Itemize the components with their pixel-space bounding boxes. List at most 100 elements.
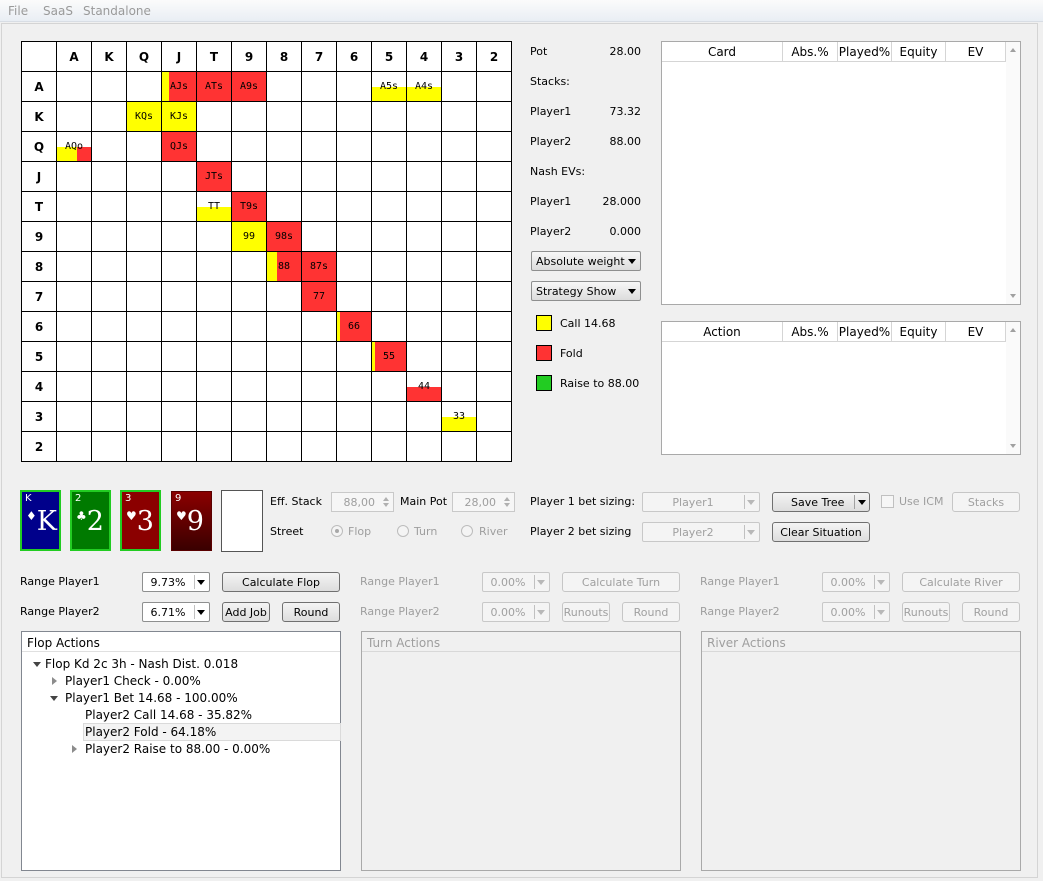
radio-turn[interactable]: [397, 525, 409, 537]
clear-situation-button[interactable]: Clear Situation: [772, 522, 870, 542]
hand-cell[interactable]: [196, 371, 232, 402]
expand-icon[interactable]: [52, 677, 57, 685]
hand-cell[interactable]: [336, 101, 372, 132]
hand-cell[interactable]: [56, 221, 92, 252]
hand-cell[interactable]: [161, 341, 197, 372]
hand-cell[interactable]: [441, 251, 477, 282]
add-job-button[interactable]: Add Job: [222, 602, 270, 622]
turn-runouts-button[interactable]: Runouts: [562, 602, 610, 622]
river-round-button[interactable]: Round: [962, 602, 1020, 622]
hand-cell[interactable]: [441, 101, 477, 132]
action-table[interactable]: Action Abs.% Played% Equity EV: [661, 321, 1021, 455]
hand-cell[interactable]: [266, 311, 302, 342]
col-header[interactable]: Card: [662, 42, 783, 62]
hand-cell[interactable]: [371, 431, 407, 462]
hand-cell[interactable]: [91, 221, 127, 252]
p1-bet-sizing-select[interactable]: Player1: [642, 492, 760, 512]
board-card-4[interactable]: 9 ♥9: [171, 491, 212, 551]
hand-cell[interactable]: [406, 281, 442, 312]
hand-cell[interactable]: [56, 191, 92, 222]
hand-cell[interactable]: [161, 401, 197, 432]
hand-cell[interactable]: [301, 221, 337, 252]
hand-cell[interactable]: [476, 431, 512, 462]
hand-cell[interactable]: [441, 161, 477, 192]
hand-cell[interactable]: [56, 311, 92, 342]
hand-cell[interactable]: 33: [441, 401, 477, 432]
hand-cell[interactable]: [56, 341, 92, 372]
hand-cell[interactable]: [126, 431, 162, 462]
expand-icon[interactable]: [72, 745, 77, 753]
hand-cell[interactable]: [371, 161, 407, 192]
card-table-scrollbar[interactable]: [1006, 42, 1020, 304]
hand-cell[interactable]: 88: [266, 251, 302, 282]
radio-river[interactable]: [461, 525, 473, 537]
hand-cell[interactable]: [91, 401, 127, 432]
hand-cell[interactable]: [301, 131, 337, 162]
hand-cell[interactable]: [301, 191, 337, 222]
scroll-down-icon[interactable]: [1010, 294, 1016, 298]
hand-cell[interactable]: [161, 371, 197, 402]
hand-cell[interactable]: [371, 221, 407, 252]
hand-cell[interactable]: [301, 161, 337, 192]
hand-cell[interactable]: A9s: [231, 71, 267, 102]
hand-cell[interactable]: [441, 311, 477, 342]
hand-cell[interactable]: [336, 161, 372, 192]
hand-cell[interactable]: [126, 221, 162, 252]
hand-cell[interactable]: [301, 71, 337, 102]
hand-cell[interactable]: [231, 341, 267, 372]
collapse-icon[interactable]: [33, 662, 41, 667]
p2-bet-sizing-select[interactable]: Player2: [642, 522, 760, 542]
hand-cell[interactable]: [441, 371, 477, 402]
hand-cell[interactable]: [161, 431, 197, 462]
radio-flop[interactable]: [331, 525, 343, 537]
hand-cell[interactable]: [126, 281, 162, 312]
hand-cell[interactable]: [266, 131, 302, 162]
tree-node-flop-root[interactable]: Flop Kd 2c 3h - Nash Dist. 0.018: [45, 657, 238, 671]
hand-cell[interactable]: [196, 341, 232, 372]
hand-cell[interactable]: [91, 71, 127, 102]
col-header[interactable]: Played%: [838, 322, 892, 342]
col-header[interactable]: Action: [662, 322, 783, 342]
hand-cell[interactable]: [161, 191, 197, 222]
hand-cell[interactable]: [266, 401, 302, 432]
hand-cell[interactable]: [301, 401, 337, 432]
hand-cell[interactable]: [126, 311, 162, 342]
col-header[interactable]: Abs.%: [783, 322, 838, 342]
hand-cell[interactable]: [406, 311, 442, 342]
hand-cell[interactable]: [476, 71, 512, 102]
hand-cell[interactable]: [126, 371, 162, 402]
hand-cell[interactable]: [336, 281, 372, 312]
hand-cell[interactable]: [406, 221, 442, 252]
hand-cell[interactable]: [196, 251, 232, 282]
col-header[interactable]: Equity: [892, 322, 946, 342]
hand-cell[interactable]: [231, 281, 267, 312]
hand-cell[interactable]: [91, 101, 127, 132]
hand-cell[interactable]: [371, 101, 407, 132]
scroll-up-icon[interactable]: [1010, 48, 1016, 52]
hand-cell[interactable]: JTs: [196, 161, 232, 192]
hand-cell[interactable]: [196, 281, 232, 312]
hand-cell[interactable]: [476, 341, 512, 372]
hand-cell[interactable]: [91, 131, 127, 162]
hand-cell[interactable]: [336, 401, 372, 432]
hand-cell[interactable]: [371, 311, 407, 342]
hand-cell[interactable]: [336, 431, 372, 462]
hand-cell[interactable]: [91, 341, 127, 372]
hand-cell[interactable]: [266, 191, 302, 222]
hand-cell[interactable]: [441, 191, 477, 222]
hand-cell[interactable]: [56, 101, 92, 132]
turn-round-button[interactable]: Round: [622, 602, 680, 622]
calculate-flop-button[interactable]: Calculate Flop: [222, 572, 340, 592]
hand-cell[interactable]: [336, 191, 372, 222]
hand-cell[interactable]: [476, 311, 512, 342]
hand-cell[interactable]: [161, 311, 197, 342]
hand-cell[interactable]: 87s: [301, 251, 337, 282]
calculate-turn-button[interactable]: Calculate Turn: [562, 572, 680, 592]
hand-cell[interactable]: [476, 281, 512, 312]
tree-node-p2-call[interactable]: Player2 Call 14.68 - 35.82%: [85, 708, 252, 722]
hand-cell[interactable]: [231, 371, 267, 402]
turn-range-p1-select[interactable]: 0.00%: [482, 572, 550, 592]
hand-cell[interactable]: [441, 71, 477, 102]
hand-cell[interactable]: [91, 191, 127, 222]
hand-cell[interactable]: [126, 161, 162, 192]
